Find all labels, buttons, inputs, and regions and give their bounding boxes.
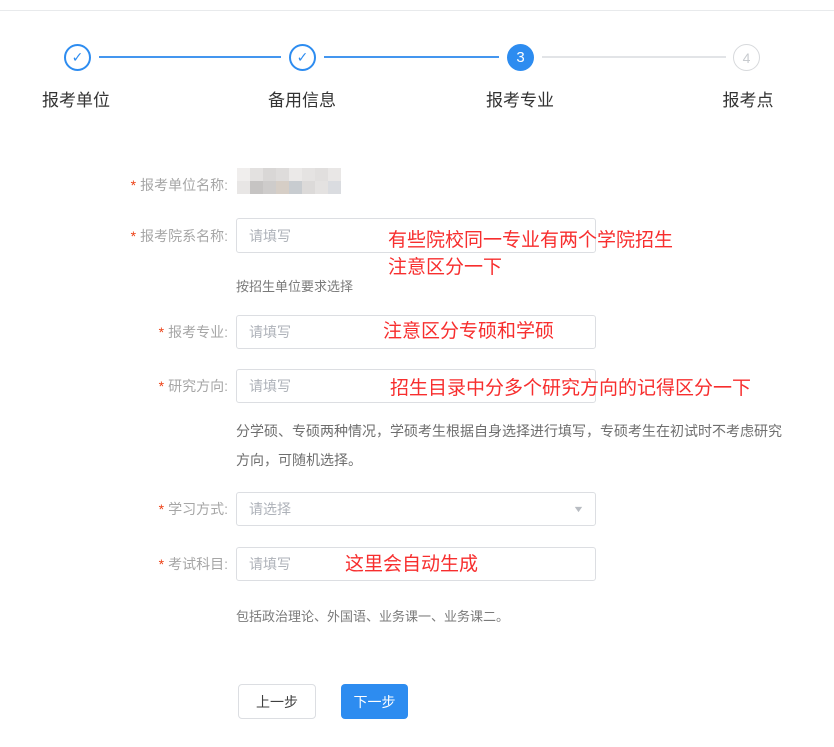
research-direction-label: *研究方向: <box>0 376 228 396</box>
step-connector-2 <box>324 56 499 58</box>
check-icon: ✓ <box>297 49 309 66</box>
major-label: *报考专业: <box>0 322 228 342</box>
required-asterisk: * <box>159 556 164 572</box>
study-mode-select-placeholder: 请选择 <box>249 499 574 519</box>
redacted-unit-name-value <box>237 168 341 194</box>
step-connector-3 <box>542 56 726 58</box>
research-direction-helper-text: 分学硕、专硕两种情况，学硕考生根据自身选择进行填写，专硕考生在初试时不考虑研究方… <box>236 417 794 475</box>
step-4-number: 4 <box>743 50 751 66</box>
unit-name-label: *报考单位名称: <box>0 175 228 195</box>
major-annotation: 注意区分专硕和学硕 <box>383 318 554 345</box>
check-icon: ✓ <box>72 49 84 66</box>
step-4-circle: 4 <box>733 44 760 71</box>
faculty-label: *报考院系名称: <box>0 226 228 246</box>
step-3-circle: 3 <box>507 44 534 71</box>
step-label-major: 报考专业 <box>486 86 554 111</box>
study-mode-select[interactable]: 请选择 ▼ <box>236 492 596 526</box>
step-2-circle: ✓ <box>289 44 316 71</box>
exam-subjects-annotation: 这里会自动生成 <box>345 551 478 578</box>
chevron-down-icon: ▼ <box>572 504 584 514</box>
application-form-page: ✓ ✓ 3 4 报考单位 备用信息 报考专业 报考点 *报考单位名称: *报考院… <box>0 0 834 747</box>
step-label-unit: 报考单位 <box>42 86 110 111</box>
step-label-exam-site: 报考点 <box>723 86 774 111</box>
step-3-number: 3 <box>516 49 524 66</box>
next-step-button[interactable]: 下一步 <box>341 684 408 719</box>
step-1-circle: ✓ <box>64 44 91 71</box>
required-asterisk: * <box>131 177 136 193</box>
research-direction-annotation: 招生目录中分多个研究方向的记得区分一下 <box>390 375 751 402</box>
exam-subjects-helper-text: 包括政治理论、外国语、业务课一、业务课二。 <box>236 606 509 625</box>
required-asterisk: * <box>159 501 164 517</box>
step-label-backup-info: 备用信息 <box>268 86 336 111</box>
required-asterisk: * <box>131 228 136 244</box>
study-mode-label: *学习方式: <box>0 499 228 519</box>
faculty-helper-text: 按招生单位要求选择 <box>236 276 353 295</box>
required-asterisk: * <box>159 324 164 340</box>
required-asterisk: * <box>159 378 164 394</box>
previous-step-button[interactable]: 上一步 <box>238 684 316 719</box>
exam-subjects-label: *考试科目: <box>0 554 228 574</box>
step-connector-1 <box>99 56 281 58</box>
top-divider <box>0 10 834 11</box>
faculty-annotation: 有些院校同一专业有两个学院招生 注意区分一下 <box>388 227 673 281</box>
